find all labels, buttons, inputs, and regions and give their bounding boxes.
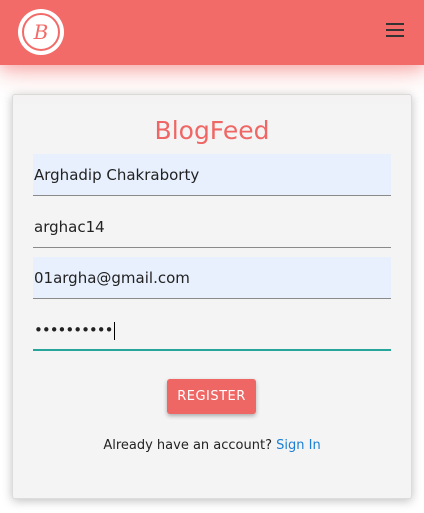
text-caret: [114, 321, 116, 340]
signin-prompt-line: Already have an account? Sign In: [13, 438, 411, 453]
email-input[interactable]: [33, 257, 391, 298]
hamburger-menu-icon[interactable]: [384, 20, 406, 40]
form-title: BlogFeed: [154, 116, 270, 145]
full-name-field: [33, 154, 391, 196]
full-name-input[interactable]: [33, 154, 391, 195]
username-field: [33, 206, 391, 248]
top-navbar: B: [0, 0, 424, 65]
signin-prompt-text: Already have an account?: [103, 438, 272, 453]
register-button[interactable]: REGISTER: [167, 379, 256, 414]
password-mask: ••••••••••: [34, 321, 113, 339]
app-logo[interactable]: B: [18, 9, 64, 55]
logo-letter: B: [22, 13, 60, 51]
email-field: [33, 257, 391, 299]
password-field[interactable]: ••••••••••: [33, 308, 391, 351]
signin-link[interactable]: Sign In: [276, 438, 321, 453]
register-card: BlogFeed •••••••••• REGISTER Already hav…: [12, 94, 412, 499]
username-input[interactable]: [33, 206, 391, 247]
password-input[interactable]: ••••••••••: [34, 320, 116, 340]
